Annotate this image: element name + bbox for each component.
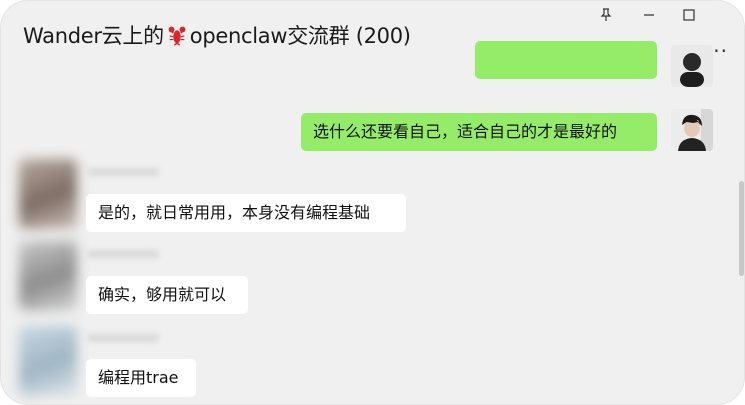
self-avatar[interactable] (671, 109, 713, 151)
sender-name-blurred (87, 334, 159, 342)
message-scrollbar[interactable] (739, 181, 744, 276)
message-bubble-other[interactable]: 编程用trae (86, 359, 196, 397)
minimize-button[interactable] (636, 5, 662, 25)
sender-avatar[interactable] (19, 241, 77, 311)
message-bubble-other[interactable]: 确实，够用就可以 (86, 276, 248, 314)
avatar-icon (671, 109, 713, 151)
maximize-button[interactable] (676, 5, 702, 25)
chat-title-suffix: openclaw交流群 (200) (189, 24, 411, 48)
sender-avatar[interactable] (19, 159, 77, 229)
pin-button[interactable] (593, 5, 619, 25)
chat-title: Wander云上的 openclaw交流群 (200) (23, 20, 411, 50)
minimize-icon (644, 14, 654, 16)
pin-icon (600, 8, 612, 21)
sender-name-blurred (87, 168, 159, 176)
maximize-icon (683, 9, 695, 21)
self-avatar-cutoff[interactable] (671, 45, 713, 87)
message-bubble-other[interactable]: 是的，就日常用用，本身没有编程基础 (86, 194, 406, 232)
sender-name-blurred (87, 250, 159, 258)
sender-avatar[interactable] (19, 326, 77, 396)
chat-window: Wander云上的 openclaw交流群 (200) ... 选什么还要看自己… (0, 0, 745, 405)
chat-title-prefix: Wander云上的 (23, 24, 164, 48)
avatar-icon (671, 45, 713, 87)
lobster-icon (168, 26, 186, 46)
message-bubble-self[interactable]: 选什么还要看自己，适合自己的才是最好的 (301, 113, 657, 151)
message-bubble-cutoff (475, 41, 657, 79)
message-list[interactable]: 选什么还要看自己，适合自己的才是最好的 是的，就日常用用，本身没有编程基础 确实… (1, 41, 744, 404)
